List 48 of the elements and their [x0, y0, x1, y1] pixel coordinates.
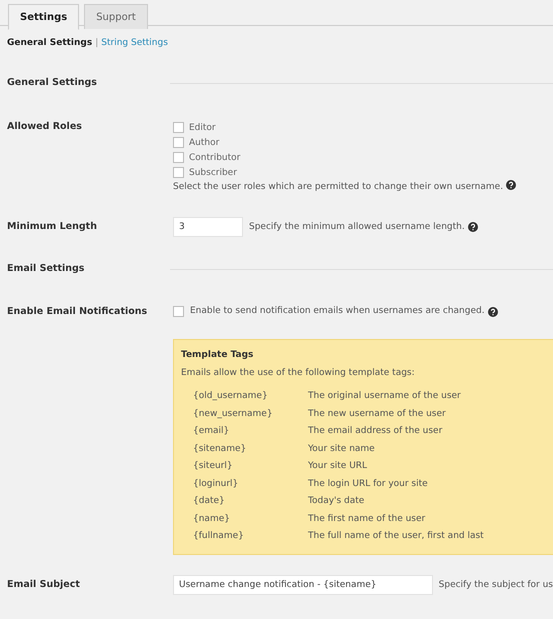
checkbox[interactable] — [173, 137, 184, 148]
tag-name: {siteurl} — [193, 460, 234, 473]
section-heading: Email Settings — [7, 262, 86, 276]
field-description: Specify the minimum allowed username length. — [249, 220, 465, 234]
field-description: Select the user roles which are permitted to change their own username. — [173, 182, 504, 192]
option-label: Author — [189, 138, 220, 148]
tag-description: The full name of the user, first and last — [308, 530, 485, 543]
option-label: Editor — [189, 122, 216, 132]
tag-name: {date} — [193, 495, 226, 508]
panel-title: Template Tags — [181, 349, 254, 362]
separator: | — [95, 37, 98, 50]
tag-name: {new_username} — [193, 408, 274, 420]
option-label: Subscriber — [189, 168, 237, 178]
field-label: Allowed Roles — [7, 120, 83, 134]
tag-description: The new username of the user — [308, 408, 447, 420]
tab[interactable]: Support — [84, 4, 148, 29]
field-label: Minimum Length — [7, 220, 98, 234]
checkbox[interactable] — [173, 306, 184, 317]
tag-description: Your site name — [308, 442, 376, 456]
tag-name: {old_username} — [193, 390, 269, 403]
tag-description: Your site URL — [308, 460, 368, 473]
tag-description: The login URL for your site — [308, 478, 429, 490]
input-field[interactable]: 3 — [173, 217, 243, 237]
tag-description: Today's date — [308, 495, 366, 508]
tag-name: {name} — [193, 512, 231, 526]
tag-name: {email} — [193, 425, 230, 438]
checkbox[interactable] — [173, 152, 184, 163]
checkbox[interactable] — [173, 167, 184, 178]
checkbox[interactable] — [173, 122, 184, 133]
tag-name: {fullname} — [193, 530, 245, 543]
help-icon — [506, 180, 516, 190]
tag-description: The original username of the user — [308, 390, 462, 403]
section-heading: General Settings — [7, 76, 98, 90]
option-label: Contributor — [189, 152, 240, 162]
subnav-link[interactable]: General Settings — [7, 36, 92, 50]
field-label: Enable Email Notifications — [7, 304, 148, 318]
tag-description: The first name of the user — [308, 512, 426, 526]
help-icon — [488, 306, 498, 316]
field-description: Specify the subject for us — [438, 578, 553, 592]
help-icon — [468, 222, 478, 232]
tag-name: {sitename} — [193, 442, 248, 456]
field-description: Enable to send notification emails when usernames are changed. — [190, 305, 485, 318]
panel-intro: Emails allow the use of the following template tags: — [181, 367, 416, 380]
field-label: Email Subject — [7, 578, 81, 592]
tag-description: The email address of the user — [308, 425, 444, 438]
tag-name: {loginurl} — [193, 478, 240, 490]
tab[interactable]: Settings — [8, 4, 80, 30]
input-field[interactable]: Username change notification - {sitename} — [173, 575, 433, 595]
